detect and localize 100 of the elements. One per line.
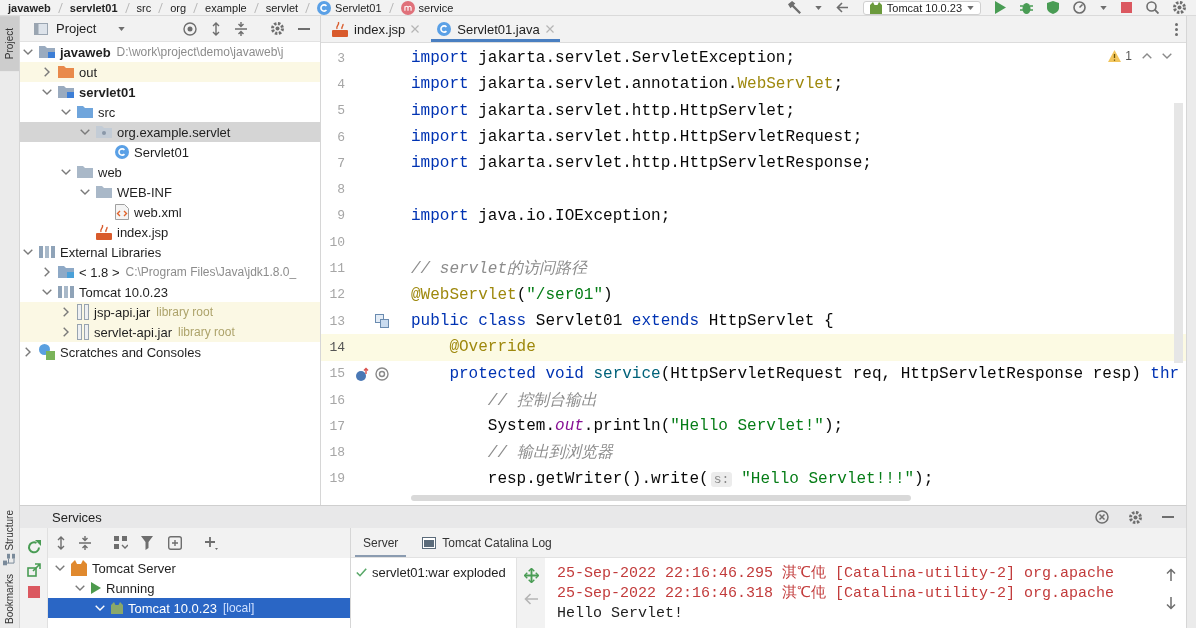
breadcrumb[interactable]: javaweb	[8, 1, 51, 14]
caret-icon	[1100, 5, 1107, 10]
tree-item[interactable]: org.example.servlet	[20, 122, 320, 142]
code-line: // 控制台输出	[487, 391, 597, 410]
console-line: 25-Sep-2022 22:16:46.318 淇℃伅 [Catalina-utility-2] org.apache	[557, 585, 1115, 602]
tree-toggle-icon[interactable]	[23, 49, 33, 55]
code-line: @WebServlet("/ser01")	[411, 285, 613, 304]
tree-item[interactable]: < 1.8 > C:\Program Files\Java\jdk1.8.0_	[20, 262, 320, 282]
tree-toggle-icon[interactable]	[25, 347, 31, 357]
tree-item[interactable]: javaweb D:\work\project\demo\javaweb\j	[20, 42, 320, 62]
chevron-up-icon[interactable]	[1142, 53, 1152, 59]
class-icon	[437, 22, 452, 36]
expand-all-icon[interactable]	[211, 21, 221, 36]
tree-item[interactable]: src	[20, 102, 320, 122]
window-icon[interactable]	[168, 536, 182, 550]
ring-icon[interactable]	[375, 366, 389, 381]
circle-x-icon[interactable]	[1095, 510, 1109, 524]
tool-window-tab[interactable]: Project	[0, 16, 19, 72]
console-icon	[422, 536, 437, 549]
tree-item-label: out	[79, 64, 98, 80]
vertical-scrollbar-thumb[interactable]	[1174, 103, 1183, 363]
collapse-all-icon[interactable]	[235, 21, 247, 36]
more-icon[interactable]	[1175, 22, 1178, 36]
tree-item[interactable]: Tomcat 10.0.23 [local]	[48, 598, 350, 618]
add-icon[interactable]	[205, 536, 218, 550]
tree-item[interactable]: web	[20, 162, 320, 182]
tree-toggle-icon[interactable]	[61, 169, 71, 175]
arrow-up-icon[interactable]	[356, 366, 369, 381]
tree-item[interactable]: jsp-api.jar library root	[20, 302, 320, 322]
module-folder-icon	[39, 46, 55, 58]
tree-item[interactable]: Running	[48, 578, 350, 598]
tree-toggle-icon[interactable]	[42, 289, 52, 295]
run-config-selector[interactable]: Tomcat 10.0.23	[862, 0, 981, 15]
rerun-icon[interactable]	[26, 540, 41, 554]
breadcrumb[interactable]: example	[205, 1, 247, 14]
hammer-icon[interactable]	[787, 1, 801, 14]
editor-tab[interactable]: Servlet01.java	[431, 16, 560, 42]
target-icon[interactable]	[183, 21, 197, 36]
tree-item[interactable]: Servlet01	[20, 142, 320, 162]
problems-indicator[interactable]: 1	[1108, 49, 1132, 63]
line-number: 17	[328, 418, 345, 434]
tree-toggle-icon[interactable]	[55, 565, 65, 571]
tool-window-tab[interactable]: Bookmarks	[0, 570, 19, 628]
move-arrows-icon[interactable]	[523, 568, 539, 583]
breadcrumb[interactable]: servlet01	[69, 1, 118, 14]
tree-item[interactable]: Tomcat Server	[48, 558, 350, 578]
breadcrumb[interactable]: service	[400, 0, 454, 15]
tree-toggle-icon[interactable]	[23, 249, 33, 255]
down-arrow-icon[interactable]	[1166, 597, 1176, 610]
horizontal-scrollbar-thumb[interactable]	[411, 495, 911, 502]
breadcrumb[interactable]: servlet	[265, 1, 299, 14]
search-icon[interactable]	[1146, 1, 1159, 14]
minimize-icon[interactable]	[298, 27, 310, 30]
tree-item[interactable]: out	[20, 62, 320, 82]
debug-icon[interactable]	[1020, 1, 1033, 14]
sdk-folder-icon	[58, 266, 74, 278]
tree-item[interactable]: servlet-api.jar library root	[20, 322, 320, 342]
tree-toggle-icon[interactable]	[44, 67, 50, 77]
tree-item[interactable]: External Libraries	[20, 242, 320, 262]
expand-all-icon[interactable]	[56, 536, 66, 550]
collapse-all-icon[interactable]	[79, 536, 91, 550]
tree-toggle-icon[interactable]	[75, 585, 85, 591]
tree-toggle-icon[interactable]	[63, 307, 69, 317]
code-line: // 输出到浏览器	[487, 444, 613, 463]
editor-tab[interactable]: index.jsp	[326, 16, 426, 42]
breadcrumb[interactable]: src	[136, 1, 152, 14]
tree-toggle-icon[interactable]	[44, 267, 50, 277]
tree-item[interactable]: WEB-INF	[20, 182, 320, 202]
breadcrumb[interactable]: org	[170, 1, 187, 14]
group-icon[interactable]	[114, 536, 128, 550]
tool-window-tab[interactable]: Structure	[0, 506, 19, 570]
back-arrow-icon[interactable]	[835, 2, 849, 13]
settings-icon[interactable]	[1129, 510, 1142, 524]
panel-tab[interactable]: Tomcat Catalina Log	[414, 528, 560, 557]
line-number: 9	[336, 208, 345, 224]
deployment-item[interactable]: servlet01:war exploded	[372, 564, 506, 580]
run-icon[interactable]	[995, 1, 1006, 14]
filter-icon[interactable]	[141, 536, 155, 550]
gauge-icon[interactable]	[1073, 1, 1086, 14]
tree-item[interactable]: web.xml	[20, 202, 320, 222]
tree-item[interactable]: index.jsp	[20, 222, 320, 242]
up-arrow-icon[interactable]	[1166, 568, 1176, 581]
shield-icon[interactable]	[1047, 1, 1059, 14]
stacked-squares-icon[interactable]	[375, 314, 389, 329]
chevron-down-icon[interactable]	[1162, 53, 1172, 59]
tree-item[interactable]: Tomcat 10.0.23	[20, 282, 320, 302]
settings-icon[interactable]	[1173, 1, 1186, 14]
breadcrumb[interactable]: Servlet01	[317, 0, 382, 15]
tree-toggle-icon[interactable]	[80, 129, 90, 135]
code-line: import jakarta.servlet.ServletException;	[411, 49, 796, 68]
tree-item[interactable]: servlet01	[20, 82, 320, 102]
box-arrow-icon[interactable]	[26, 563, 41, 577]
tree-toggle-icon[interactable]	[61, 109, 71, 115]
line-number: 6	[336, 129, 345, 145]
tree-toggle-icon[interactable]	[80, 189, 90, 195]
tree-toggle-icon[interactable]	[63, 327, 69, 337]
tree-item[interactable]: Scratches and Consoles	[20, 342, 320, 362]
stop-icon[interactable]	[27, 586, 40, 598]
tree-toggle-icon[interactable]	[42, 89, 52, 95]
settings-icon[interactable]	[271, 22, 284, 35]
